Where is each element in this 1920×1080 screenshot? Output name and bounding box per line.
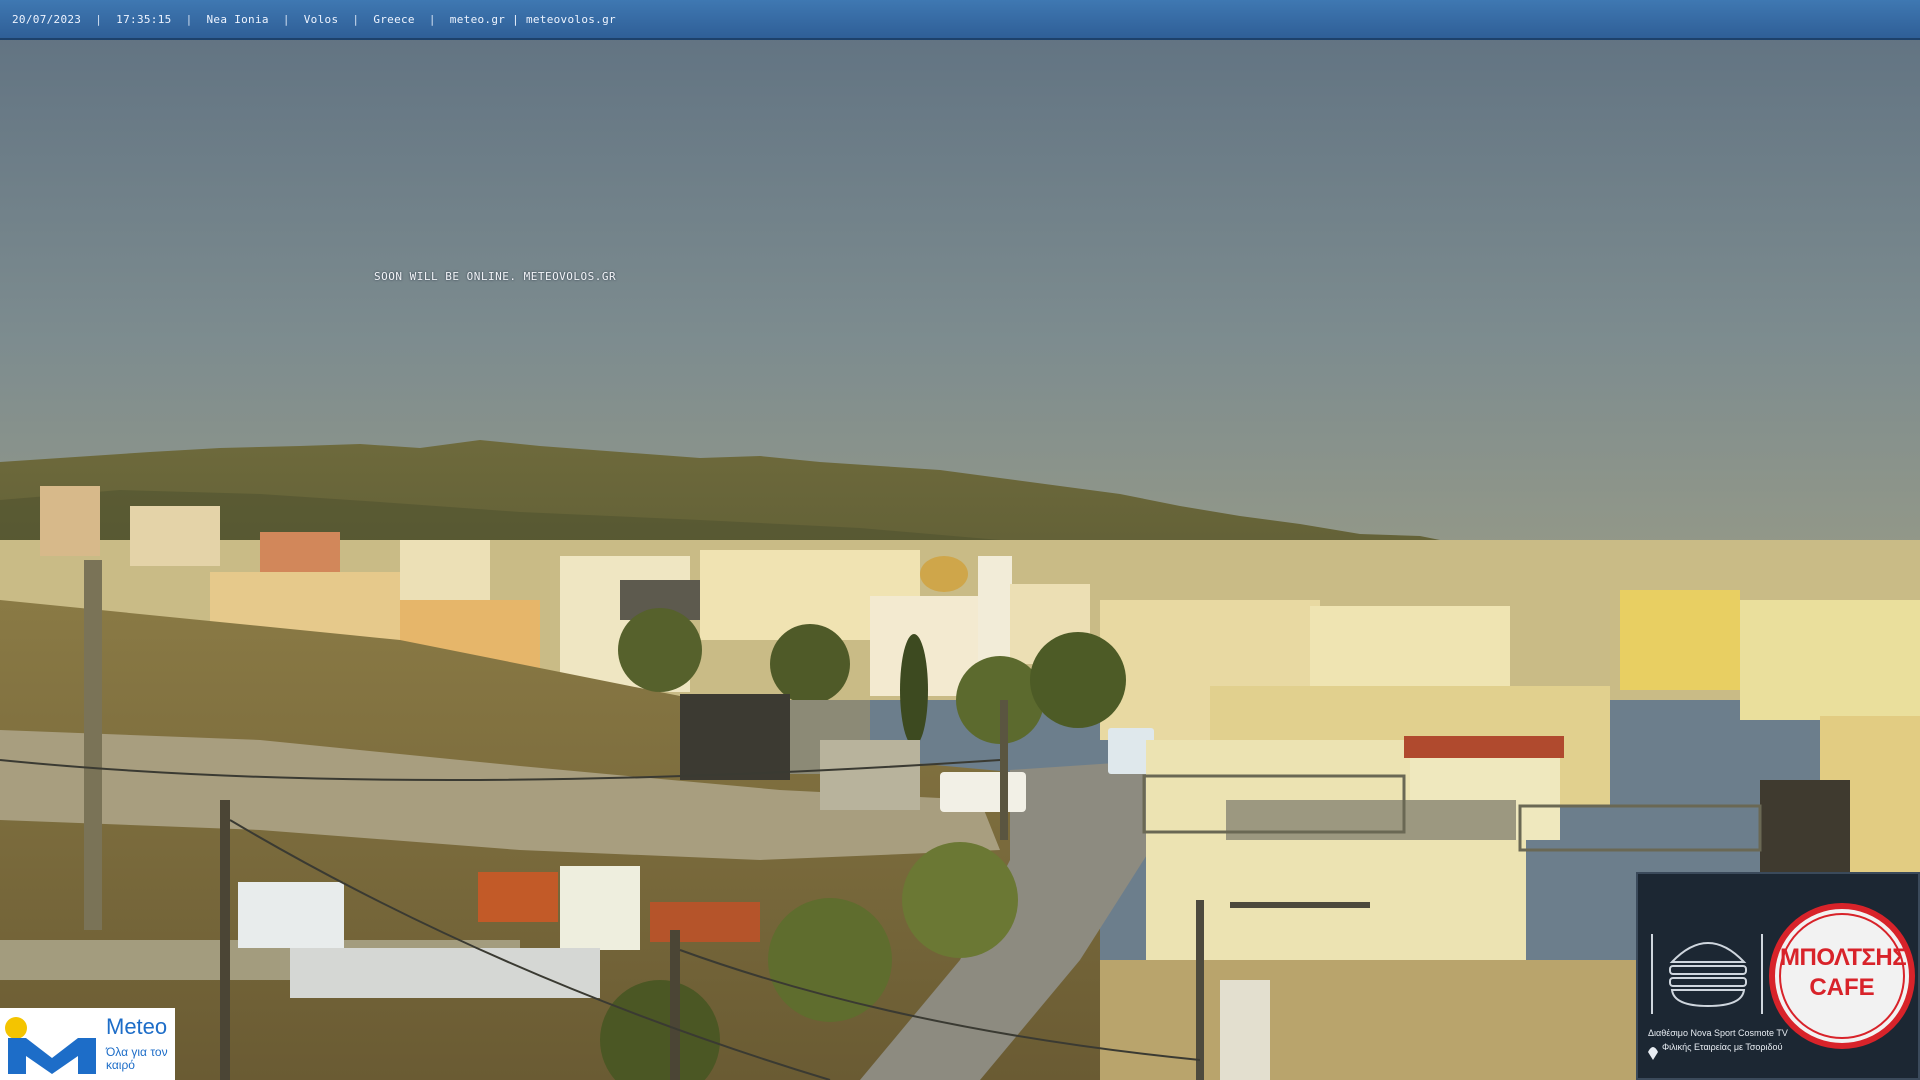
- container: [820, 740, 920, 810]
- building: [130, 506, 220, 566]
- tree: [770, 624, 850, 704]
- antenna-pole: [1196, 900, 1204, 1080]
- city-label: Volos: [303, 12, 339, 26]
- time-label: 17:35:15: [116, 12, 172, 26]
- building: [1310, 606, 1510, 686]
- utility-pole: [220, 800, 230, 1080]
- webcam-scene: [0, 0, 1920, 1080]
- country-label: Greece: [373, 12, 415, 26]
- utility-pole: [670, 930, 680, 1080]
- tv-antenna: [1230, 902, 1370, 908]
- ad-brand-sub: CAFE: [1809, 974, 1875, 1001]
- area-label: Nea Ionia: [206, 12, 269, 26]
- logo-slogan: Όλα για τον καιρό: [106, 1045, 168, 1072]
- truck-cab: [560, 866, 640, 950]
- logo-brand: Meteo: [106, 1014, 168, 1039]
- webcam-info-bar: 20/07/2023 | 17:35:15 | Nea Ionia | Volo…: [0, 0, 1920, 40]
- street-pole: [1000, 700, 1008, 840]
- flatbed: [290, 948, 600, 998]
- truck-trailer: [478, 872, 558, 922]
- separator: |: [282, 12, 290, 26]
- building: [1620, 590, 1740, 690]
- roof-slab: [1226, 800, 1516, 840]
- building: [1740, 600, 1920, 720]
- building: [1760, 780, 1850, 880]
- separator: |: [185, 12, 193, 26]
- meteo-m-logo-icon: [5, 1017, 96, 1074]
- red-roof: [1404, 736, 1564, 758]
- building: [40, 486, 100, 556]
- chimney: [1220, 980, 1270, 1080]
- date-label: 20/07/2023: [12, 12, 82, 26]
- sponsor-ad: ΜΠΟΛΤΣΗΣ CAFE Διαθέσιμο Nova Sport Cosmo…: [1636, 872, 1920, 1080]
- utility-pole: [84, 560, 102, 930]
- sites-label: meteo.gr | meteovolos.gr: [449, 12, 616, 26]
- separator: |: [95, 12, 103, 26]
- church-dome: [920, 556, 968, 592]
- ad-address: Φιλικής Εταιρείας με Τσοριδού: [1662, 1042, 1783, 1052]
- tree: [768, 898, 892, 1022]
- meteo-logo: Meteo Όλα για τον καιρό: [0, 1008, 175, 1080]
- ad-tagline: Διαθέσιμο Nova Sport Cosmote TV: [1648, 1028, 1788, 1038]
- bell-tower: [978, 556, 1012, 666]
- white-van: [940, 772, 1026, 812]
- shed: [680, 694, 790, 780]
- caravan: [238, 882, 344, 948]
- tree: [902, 842, 1018, 958]
- ad-brand-name: ΜΠΟΛΤΣΗΣ: [1780, 944, 1907, 971]
- tree: [618, 608, 702, 692]
- separator: |: [352, 12, 360, 26]
- cypress-tree: [900, 634, 928, 746]
- announcement-text: SOON WILL BE ONLINE. METEOVOLOS.GR: [374, 270, 617, 283]
- foreground-roof: [1100, 960, 1640, 1080]
- separator: |: [428, 12, 436, 26]
- trailer: [650, 902, 760, 942]
- tree: [1030, 632, 1126, 728]
